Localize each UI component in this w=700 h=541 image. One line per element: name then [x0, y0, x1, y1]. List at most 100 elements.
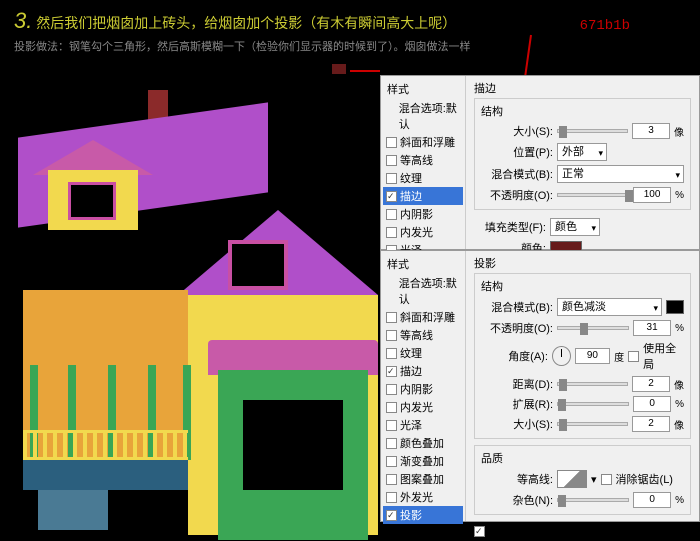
opacity-slider[interactable] — [557, 326, 629, 330]
style-item-label: 图案叠加 — [400, 471, 444, 487]
style-checkbox[interactable] — [386, 191, 397, 202]
position-dropdown[interactable]: 外部 — [557, 143, 607, 161]
annotation-arrow-2 — [350, 70, 380, 72]
style-list-item[interactable]: 纹理 — [383, 344, 463, 362]
color-hex-label: 671b1b — [580, 18, 630, 34]
spread-input[interactable]: 0 — [633, 396, 671, 412]
quality-group: 品质 等高线: ▾ 消除锯齿(L) 杂色(N): 0 % — [474, 445, 691, 515]
knockout-checkbox[interactable] — [474, 526, 485, 537]
style-item-label: 纹理 — [400, 345, 422, 361]
spread-slider[interactable] — [557, 402, 629, 406]
style-item-label: 内发光 — [400, 224, 433, 240]
style-checkbox[interactable] — [386, 209, 397, 220]
porch-steps — [38, 490, 108, 530]
style-list-header: 样式 — [383, 254, 463, 274]
style-list-item[interactable]: 混合选项:默认 — [383, 99, 463, 133]
style-list-item[interactable]: 混合选项:默认 — [383, 274, 463, 308]
style-item-label: 外发光 — [400, 489, 433, 505]
size-row: 大小(S): 3 像 — [481, 121, 684, 141]
style-list-item[interactable]: 纹理 — [383, 169, 463, 187]
size-unit: 像 — [674, 417, 684, 432]
size-input[interactable]: 2 — [632, 416, 670, 432]
fill-type-dropdown[interactable]: 颜色 — [550, 218, 600, 236]
style-list-item[interactable]: 斜面和浮雕 — [383, 133, 463, 151]
style-list-item[interactable]: 渐变叠加 — [383, 452, 463, 470]
style-list-item[interactable]: 投影 — [383, 506, 463, 524]
style-checkbox[interactable] — [386, 510, 397, 521]
noise-input[interactable]: 0 — [633, 492, 671, 508]
global-light-checkbox[interactable] — [628, 351, 639, 362]
shadow-color-swatch[interactable] — [666, 300, 684, 314]
style-checkbox[interactable] — [386, 173, 397, 184]
style-list-item[interactable]: 等高线 — [383, 151, 463, 169]
style-item-label: 内发光 — [400, 399, 433, 415]
style-list-item[interactable]: 内阴影 — [383, 380, 463, 398]
style-checkbox[interactable] — [386, 492, 397, 503]
opacity-slider[interactable] — [557, 193, 629, 197]
blend-label: 混合模式(B): — [481, 166, 553, 182]
style-checkbox[interactable] — [386, 420, 397, 431]
size-unit: 像 — [674, 124, 684, 139]
style-list-item[interactable]: 内发光 — [383, 398, 463, 416]
style-checkbox[interactable] — [386, 456, 397, 467]
style-item-label: 渐变叠加 — [400, 453, 444, 469]
chevron-down-icon[interactable]: ▾ — [591, 473, 597, 486]
position-row: 位置(P): 外部 — [481, 141, 684, 163]
angle-input[interactable]: 90 — [575, 348, 610, 364]
distance-slider[interactable] — [557, 382, 628, 386]
step-title: 然后我们把烟囱加上砖头，给烟囱加个投影（有木有瞬间高大上呢） — [36, 15, 456, 31]
style-checkbox[interactable] — [386, 348, 397, 359]
style-checkbox[interactable] — [386, 137, 397, 148]
style-item-label: 等高线 — [400, 327, 433, 343]
style-checkbox[interactable] — [386, 474, 397, 485]
distance-input[interactable]: 2 — [632, 376, 670, 392]
style-list-item[interactable]: 光泽 — [383, 416, 463, 434]
style-checkbox[interactable] — [386, 227, 397, 238]
style-checkbox[interactable] — [386, 438, 397, 449]
opacity-input[interactable]: 100 — [633, 187, 671, 203]
style-list-item[interactable]: 图案叠加 — [383, 470, 463, 488]
section-title: 描边 — [474, 80, 691, 98]
angle-dial[interactable] — [552, 346, 571, 366]
porch-floor — [23, 460, 188, 490]
angle-row: 角度(A): 90 度 使用全局 — [481, 338, 684, 374]
style-list-item[interactable]: 斜面和浮雕 — [383, 308, 463, 326]
antialias-checkbox[interactable] — [601, 474, 612, 485]
size-slider[interactable] — [557, 129, 628, 133]
style-list-item[interactable]: 外发光 — [383, 488, 463, 506]
style-item-label: 描边 — [400, 363, 422, 379]
size-input[interactable]: 3 — [632, 123, 670, 139]
style-checkbox[interactable] — [386, 312, 397, 323]
style-list-header: 样式 — [383, 79, 463, 99]
chimney-color-swatch — [332, 64, 346, 74]
style-checkbox[interactable] — [386, 402, 397, 413]
style-list-item[interactable]: 描边 — [383, 362, 463, 380]
opacity-row: 不透明度(O): 31 % — [481, 318, 684, 338]
knockout-label: 图层挖空投影 — [489, 523, 555, 539]
blend-dropdown[interactable]: 正常 — [557, 165, 684, 183]
style-checkbox[interactable] — [386, 155, 397, 166]
contour-picker[interactable] — [557, 470, 587, 488]
noise-slider[interactable] — [557, 498, 629, 502]
spread-label: 扩展(R): — [481, 396, 553, 412]
noise-row: 杂色(N): 0 % — [481, 490, 684, 510]
opacity-input[interactable]: 31 — [633, 320, 671, 336]
style-list-item[interactable]: 内发光 — [383, 223, 463, 241]
fill-type-label: 填充类型(F): — [474, 219, 546, 235]
style-list-item[interactable]: 描边 — [383, 187, 463, 205]
opacity-row: 不透明度(O): 100 % — [481, 185, 684, 205]
layer-style-stroke-panel: 样式 混合选项:默认斜面和浮雕等高线纹理描边内阴影内发光光泽 描边 结构 大小(… — [380, 75, 700, 250]
style-list-item[interactable]: 等高线 — [383, 326, 463, 344]
spread-unit: % — [675, 399, 684, 410]
style-list-item[interactable]: 内阴影 — [383, 205, 463, 223]
step-subtitle: 投影做法：钢笔勾个三角形，然后高斯模糊一下（检验你们显示器的时候到了）。烟囱做法… — [0, 38, 700, 60]
blend-dropdown[interactable]: 颜色减淡 — [557, 298, 662, 316]
style-list-item[interactable]: 颜色叠加 — [383, 434, 463, 452]
spread-row: 扩展(R): 0 % — [481, 394, 684, 414]
style-checkbox[interactable] — [386, 384, 397, 395]
contour-label: 等高线: — [481, 471, 553, 487]
size-slider[interactable] — [557, 422, 628, 426]
style-checkbox[interactable] — [386, 330, 397, 341]
angle-label: 角度(A): — [481, 348, 548, 364]
style-checkbox[interactable] — [386, 366, 397, 377]
